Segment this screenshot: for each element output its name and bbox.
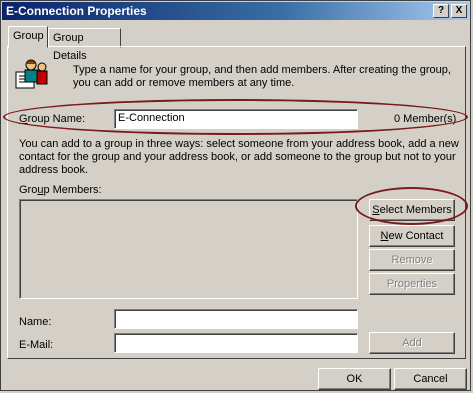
group-name-input[interactable]: E-Connection — [114, 109, 358, 129]
close-button[interactable]: X — [451, 4, 467, 18]
add-button[interactable]: Add — [369, 332, 455, 354]
properties-window: E-Connection Properties ? X Group Group … — [0, 0, 471, 391]
group-members-list[interactable] — [19, 199, 358, 299]
properties-button[interactable]: Properties — [369, 273, 455, 295]
title-bar[interactable]: E-Connection Properties ? X — [2, 2, 469, 20]
name-label: Name: — [19, 316, 52, 328]
group-members-label: Group Members: — [19, 184, 102, 196]
ok-button[interactable]: OK — [318, 368, 391, 390]
email-label: E-Mail: — [19, 339, 54, 351]
intro-text: Type a name for your group, and then add… — [73, 64, 451, 89]
member-count: 0 Member(s) — [394, 113, 457, 125]
tab-group[interactable]: Group — [8, 26, 48, 48]
tab-group-details[interactable]: Group Details — [48, 28, 121, 62]
group-name-label: Group Name: — [19, 113, 86, 125]
name-input[interactable] — [114, 309, 358, 329]
select-members-button[interactable]: Select Members — [369, 199, 455, 221]
instructions-text: You can add to a group in three ways: se… — [19, 138, 459, 176]
new-contact-button[interactable]: New Contact — [369, 225, 455, 247]
cancel-button[interactable]: Cancel — [394, 368, 467, 390]
remove-button[interactable]: Remove — [369, 249, 455, 271]
address-book-group-icon — [15, 59, 48, 89]
help-button[interactable]: ? — [433, 4, 449, 18]
email-input[interactable] — [114, 333, 358, 353]
window-title: E-Connection Properties — [6, 4, 147, 18]
